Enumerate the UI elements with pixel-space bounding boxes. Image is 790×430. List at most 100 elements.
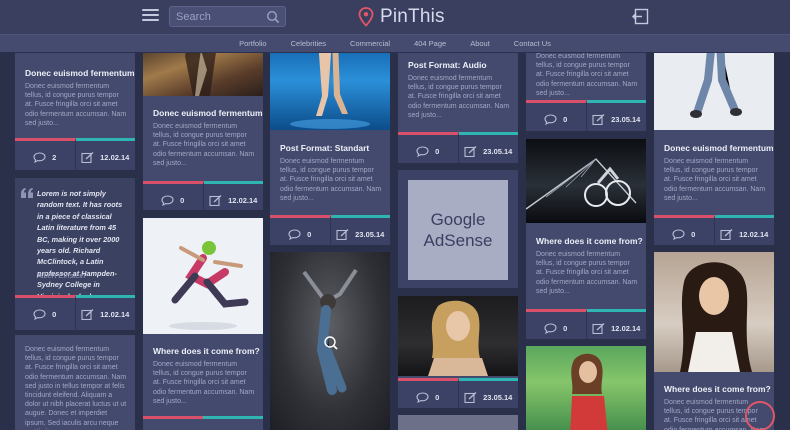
post-date: 12.02.14: [228, 195, 258, 205]
nav-about[interactable]: About: [458, 35, 502, 54]
edit-icon: [81, 151, 94, 163]
card-title: Where does it come from?: [153, 346, 260, 356]
post-card[interactable]: Donec euismod fermentum Donec euismod fe…: [654, 40, 774, 245]
logo[interactable]: PinThis: [358, 4, 445, 30]
card-excerpt: Donec euismod fermentum tellus, id congu…: [536, 251, 638, 295]
nav-commercial[interactable]: Commercial: [338, 35, 402, 54]
main-nav: Portfolio Celebrities Commercial 404 Pag…: [0, 34, 790, 53]
card-excerpt: Donec euismod fermentum tellus, id congu…: [153, 361, 255, 405]
comments-button[interactable]: 0: [526, 100, 587, 131]
post-date: 12.02.14: [611, 323, 641, 333]
woman-dark-hair-photo: [680, 262, 752, 372]
post-image[interactable]: [654, 40, 774, 130]
post-card[interactable]: [398, 415, 518, 430]
post-date: 12.02.14: [100, 152, 130, 162]
post-card[interactable]: 0 23.05.14: [398, 296, 518, 408]
post-date: 23.05.14: [611, 114, 641, 124]
map-pin-icon: [358, 7, 374, 27]
comment-count: 2: [52, 152, 57, 162]
nav-contact-us[interactable]: Contact Us: [502, 35, 563, 54]
comment-icon: [33, 151, 46, 163]
dancer-photo: [169, 241, 249, 330]
quote-card[interactable]: Lorem is not simply random text. It has …: [15, 178, 135, 330]
post-card[interactable]: [270, 252, 390, 430]
logout-icon[interactable]: [632, 8, 649, 25]
comments-button[interactable]: 0: [398, 378, 459, 408]
comments-button[interactable]: 0: [526, 309, 587, 339]
comment-count: 0: [435, 392, 440, 402]
date-button[interactable]: 12.02.14: [714, 215, 774, 245]
edit-icon: [720, 228, 733, 240]
post-card[interactable]: Post Format: Audio Donec euismod ferment…: [398, 40, 518, 163]
post-image[interactable]: [526, 346, 646, 430]
post-image[interactable]: [270, 252, 390, 430]
comments-button[interactable]: 0: [654, 215, 715, 245]
edit-icon: [592, 322, 605, 334]
nav-celebrities[interactable]: Celebrities: [279, 35, 338, 54]
post-date: 12.02.14: [739, 229, 769, 239]
nav-portfolio[interactable]: Portfolio: [227, 35, 279, 54]
cyclist-bridge-photo: [526, 158, 637, 210]
card-footer: 0 23.05.14: [398, 378, 518, 408]
date-button[interactable]: 23.05.14: [330, 215, 390, 245]
quote-author: Albert Einstein: [37, 271, 86, 280]
card-title: Post Format: Audio: [408, 60, 487, 70]
comments-button[interactable]: 0: [143, 181, 204, 210]
search-icon[interactable]: [266, 10, 280, 24]
card-excerpt: Donec euismod fermentum tellus, id congu…: [25, 346, 127, 430]
card-footer: 0 12.02.14: [654, 215, 774, 245]
accent-bar: [143, 416, 203, 419]
date-button[interactable]: 12.02.14: [75, 295, 135, 330]
card-footer: 0 23.05.14: [398, 132, 518, 163]
date-button[interactable]: 12.02.14: [75, 138, 135, 170]
adsense-placeholder[interactable]: Google AdSense: [408, 180, 508, 280]
date-button[interactable]: 12.02.14: [203, 181, 263, 210]
comment-count: 0: [563, 114, 568, 124]
post-card[interactable]: Where does it come from? Donec euismod f…: [143, 218, 263, 430]
comments-button[interactable]: 0: [15, 295, 76, 330]
date-button[interactable]: 23.05.14: [458, 378, 518, 408]
nav-404-page[interactable]: 404 Page: [402, 35, 458, 54]
post-card[interactable]: Donec euismod fermentum tellus, id congu…: [15, 335, 135, 430]
post-card[interactable]: Donec euismod fermentum Donec euismod fe…: [15, 40, 135, 170]
post-image[interactable]: [398, 296, 518, 376]
card-title: Donec euismod fermentum: [153, 108, 263, 118]
date-button[interactable]: 23.05.14: [586, 100, 646, 131]
menu-icon[interactable]: [142, 9, 159, 23]
post-image[interactable]: [526, 139, 646, 223]
post-card[interactable]: Post Format: Standart Donec euismod ferm…: [270, 40, 390, 245]
comments-button[interactable]: 0: [270, 215, 331, 245]
post-date: 12.02.14: [100, 309, 130, 319]
comment-icon: [544, 322, 557, 334]
woman-portrait-photo: [428, 300, 488, 376]
search-input[interactable]: [176, 9, 266, 24]
post-card[interactable]: Donec euismod fermentum Donec euismod fe…: [143, 40, 263, 210]
post-card[interactable]: Where does it come from? Donec euismod f…: [526, 139, 646, 339]
card-footer: 0 12.02.14: [526, 309, 646, 339]
app-root: PinThis Portfolio Celebrities Commercial…: [0, 0, 790, 430]
comment-icon: [672, 228, 685, 240]
ad-card[interactable]: Google AdSense: [398, 170, 518, 288]
jumping-legs-photo: [690, 40, 742, 118]
comments-button[interactable]: 0: [398, 132, 459, 163]
date-button[interactable]: 12.02.14: [586, 309, 646, 339]
card-excerpt: Donec euismod fermentum tellus, id congu…: [536, 53, 638, 97]
woman-red-top-photo: [570, 353, 608, 430]
comment-count: 0: [52, 309, 57, 319]
card-footer: 0 23.05.14: [270, 215, 390, 245]
card-title: Post Format: Standart: [280, 143, 370, 153]
comment-icon: [544, 113, 557, 125]
comment-count: 0: [691, 229, 696, 239]
comments-button[interactable]: 2: [15, 138, 76, 170]
edit-icon: [81, 308, 94, 320]
scroll-top-button[interactable]: [745, 401, 775, 430]
comment-count: 0: [435, 146, 440, 156]
accent-bar: [203, 416, 263, 419]
post-image[interactable]: [143, 218, 263, 334]
edit-icon: [464, 391, 477, 403]
comment-count: 0: [180, 195, 185, 205]
post-image[interactable]: [654, 252, 774, 372]
card-footer: 2 12.02.14: [15, 138, 135, 170]
date-button[interactable]: 23.05.14: [458, 132, 518, 163]
post-card[interactable]: [526, 346, 646, 430]
